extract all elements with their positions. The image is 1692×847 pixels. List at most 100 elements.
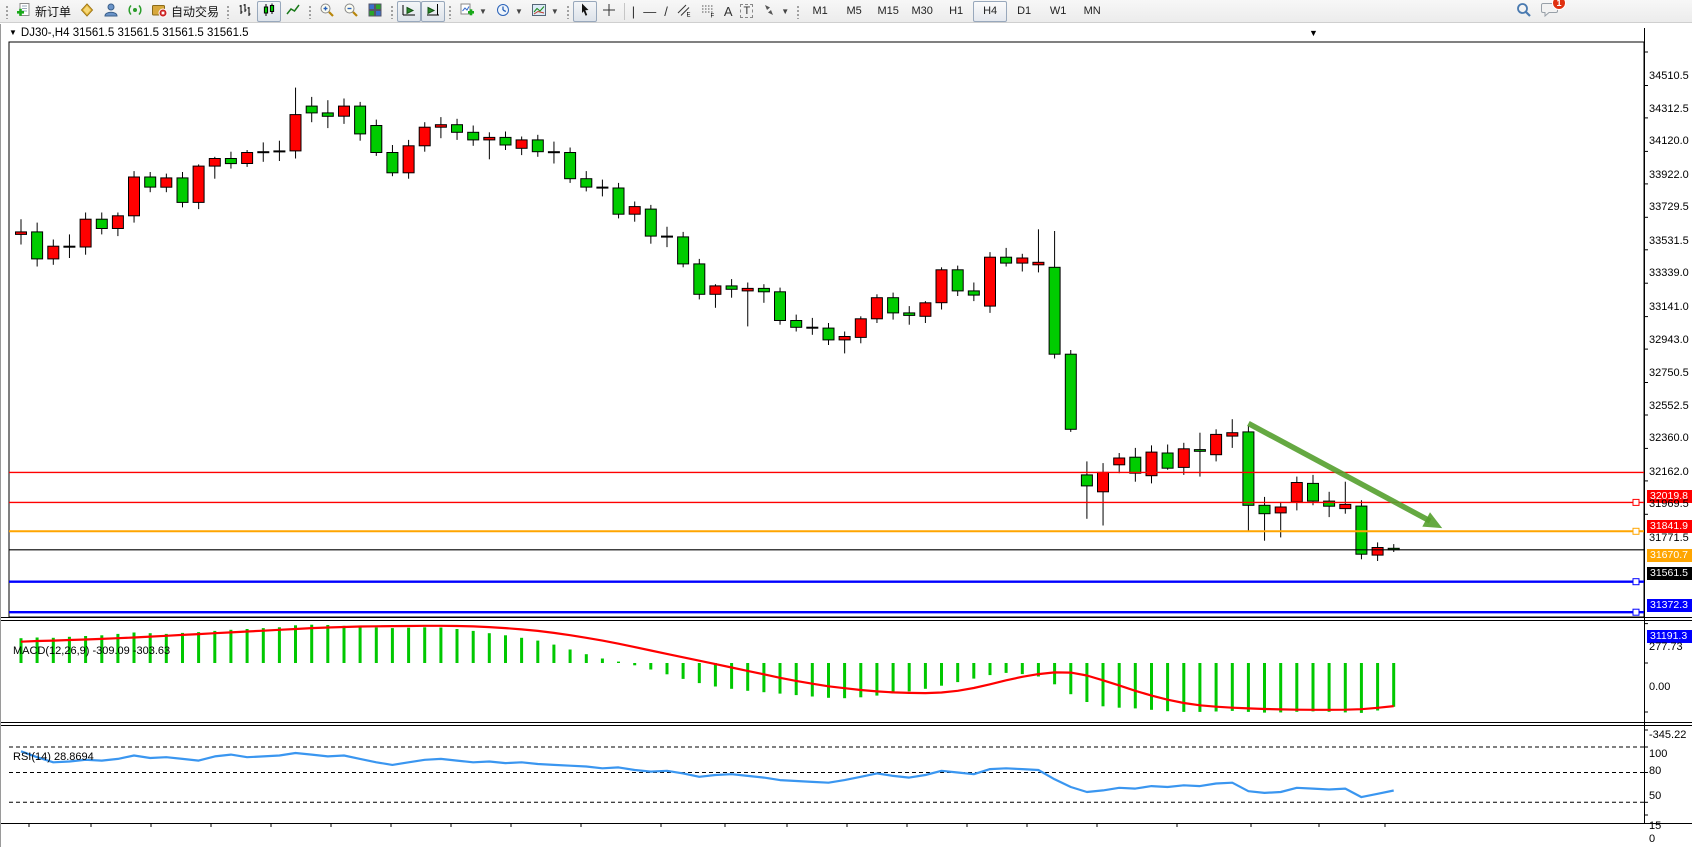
fibonacci-button[interactable]: F: [696, 1, 720, 22]
tile-windows-icon: [367, 2, 383, 21]
timeframe-button-m1[interactable]: M1: [803, 1, 837, 22]
macd-histogram-bar: [472, 631, 475, 663]
macd-histogram-bar: [229, 630, 232, 663]
price-line-handle[interactable]: [1633, 579, 1639, 585]
bar-chart-icon: [237, 2, 253, 21]
macd-histogram-bar: [714, 663, 717, 687]
macd-histogram-bar: [989, 663, 992, 675]
timeframe-button-m15[interactable]: M15: [871, 1, 905, 22]
candlestick-chart-icon: [261, 2, 277, 21]
macd-histogram-bar: [924, 663, 927, 689]
chart-shift-button[interactable]: [421, 1, 445, 22]
candlestick: [1194, 433, 1205, 477]
chart-menu-arrow[interactable]: ▼: [1309, 28, 1318, 38]
arrows-button[interactable]: ▼: [757, 1, 793, 22]
text-label-button[interactable]: T: [736, 1, 757, 22]
candlestick: [355, 102, 366, 141]
periods-button[interactable]: ▼: [491, 1, 527, 22]
candlestick: [64, 234, 75, 258]
signal-icon: [127, 2, 143, 21]
profile-button[interactable]: [99, 1, 123, 22]
candlestick: [1065, 350, 1076, 432]
timeframe-button-h4[interactable]: H4: [973, 1, 1007, 22]
price-line-handle[interactable]: [1633, 609, 1639, 615]
candlestick: [1098, 463, 1109, 525]
toolbar-grip[interactable]: [447, 4, 452, 19]
macd-signal-line: [21, 626, 1394, 710]
timeframe-button-d1[interactable]: D1: [1007, 1, 1041, 22]
trendline-button[interactable]: /: [660, 1, 672, 22]
toolbar-grip[interactable]: [225, 4, 230, 19]
candlestick: [888, 293, 899, 320]
candlestick: [532, 135, 543, 157]
trend-arrow-head[interactable]: [1422, 512, 1442, 528]
price-line-handle[interactable]: [1633, 499, 1639, 505]
new-order-button[interactable]: 新订单: [12, 1, 75, 22]
price-line-handle[interactable]: [1633, 528, 1639, 534]
rsi-tick-label: 100: [1649, 748, 1667, 760]
candlestick: [1017, 254, 1028, 272]
cursor-button[interactable]: [573, 1, 597, 22]
zoom-in-button[interactable]: [315, 1, 339, 22]
horizontal-line-button[interactable]: —: [639, 1, 660, 22]
macd-histogram-bar: [762, 663, 765, 692]
line-chart-button[interactable]: [281, 1, 305, 22]
search-icon[interactable]: [1515, 1, 1533, 22]
toolbar: 新订单 自动交易: [0, 0, 1692, 23]
crosshair-button[interactable]: [597, 1, 621, 22]
macd-histogram-bar: [908, 663, 911, 691]
text-button[interactable]: A: [720, 1, 737, 22]
macd-histogram-bar: [1182, 663, 1185, 712]
indicators-button[interactable]: ▼: [455, 1, 491, 22]
auto-scroll-icon: [401, 2, 417, 21]
candlestick: [565, 148, 576, 183]
signals-button[interactable]: [123, 1, 147, 22]
vertical-line-button[interactable]: |: [628, 1, 639, 22]
line-chart-icon: [285, 2, 301, 21]
candlestick: [322, 100, 333, 128]
toolbar-grip[interactable]: [4, 4, 9, 19]
templates-button[interactable]: ▼: [527, 1, 563, 22]
toolbar-grip[interactable]: [795, 4, 800, 19]
candlestick: [742, 283, 753, 327]
timeframe-button-m5[interactable]: M5: [837, 1, 871, 22]
macd-histogram-bar: [536, 641, 539, 663]
auto-scroll-button[interactable]: [397, 1, 421, 22]
zoom-out-button[interactable]: [339, 1, 363, 22]
equidistant-channel-button[interactable]: E: [672, 1, 696, 22]
toolbar-grip[interactable]: [389, 4, 394, 19]
candlestick: [1340, 482, 1351, 514]
chat-button[interactable]: 1: [1541, 1, 1560, 21]
candlestick: [871, 294, 882, 323]
macd-histogram-bar: [1069, 663, 1072, 694]
macd-histogram-bar: [1021, 663, 1024, 674]
macd-label: MACD(12,26,9) -309.09 -303.63: [13, 645, 170, 657]
price-tick-label: 33339.0: [1649, 267, 1689, 279]
timeframe-button-mn[interactable]: MN: [1075, 1, 1109, 22]
auto-trading-button[interactable]: 自动交易: [147, 1, 223, 22]
chart-dropdown-icon[interactable]: ▼: [9, 28, 17, 37]
rsi-line: [21, 751, 1394, 797]
candlestick: [435, 117, 446, 138]
toolbar-grip[interactable]: [307, 4, 312, 19]
candlestick: [96, 213, 107, 235]
macd-histogram-bar: [213, 631, 216, 663]
chart-wizard-button[interactable]: [75, 1, 99, 22]
trend-arrow[interactable]: [1248, 423, 1430, 521]
timeframe-button-h1[interactable]: H1: [939, 1, 973, 22]
indicators-icon: [459, 2, 475, 21]
timeframe-button-w1[interactable]: W1: [1041, 1, 1075, 22]
macd-histogram-bar: [439, 628, 442, 664]
timeframe-button-m30[interactable]: M30: [905, 1, 939, 22]
bar-chart-button[interactable]: [233, 1, 257, 22]
candlestick: [274, 141, 285, 161]
candlestick-chart-button[interactable]: [257, 1, 281, 22]
toolbar-grip[interactable]: [565, 4, 570, 19]
candlestick: [1356, 500, 1367, 559]
macd-tick-label: 0.00: [1649, 681, 1670, 693]
candlestick: [339, 99, 350, 124]
macd-histogram-bar: [359, 627, 362, 663]
candlestick: [791, 315, 802, 332]
tile-windows-button[interactable]: [363, 1, 387, 22]
macd-histogram-bar: [698, 663, 701, 683]
